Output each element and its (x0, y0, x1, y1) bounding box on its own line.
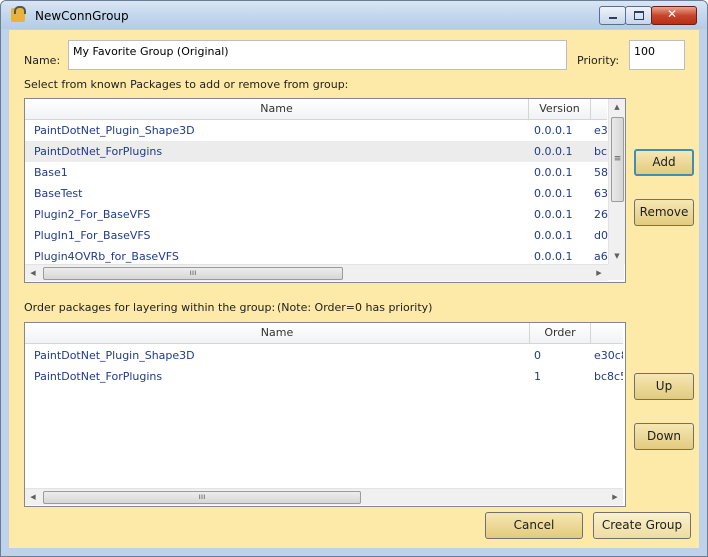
row-order: 1 (534, 370, 541, 383)
row-id: e30c8 (594, 349, 623, 362)
row-version: 0.0.0.1 (534, 229, 573, 242)
row-id: bc8c5 (594, 370, 623, 383)
grip-icon: ııı (189, 268, 197, 277)
row-name: PaintDotNet_Plugin_Shape3D (34, 124, 195, 137)
row-order: 0 (534, 349, 541, 362)
priority-input[interactable]: 100 (629, 40, 685, 70)
row-id: 26 (594, 208, 608, 221)
known-packages-list[interactable]: Name Version PaintDotNet_Plugin_Shape3D … (24, 98, 626, 283)
row-id: d0 (594, 229, 608, 242)
table-row[interactable]: Base1 0.0.0.1 58 (25, 162, 609, 183)
column-header-name[interactable]: Name (25, 99, 529, 119)
table-row[interactable]: PaintDotNet_Plugin_Shape3D 0 e30c8 (25, 345, 623, 366)
row-name: Plugin2_For_BaseVFS (34, 208, 151, 221)
column-header-order[interactable]: Order (530, 323, 591, 343)
vertical-scroll-thumb[interactable]: ≡ (611, 117, 624, 202)
row-name: PaintDotNet_Plugin_Shape3D (34, 349, 195, 362)
horizontal-scroll-thumb[interactable]: ııı (43, 491, 361, 504)
row-name: PlugIn1_For_BaseVFS (34, 229, 151, 242)
title-bar[interactable]: NewConnGroup (1, 1, 707, 29)
grip-icon: ııı (198, 492, 206, 501)
dialog-window: NewConnGroup Name: My Favorite Group (Or… (0, 0, 708, 557)
table-row[interactable]: PaintDotNet_Plugin_Shape3D 0.0.0.1 e3 (25, 120, 609, 141)
add-button[interactable]: Add (634, 149, 694, 176)
scroll-down-icon[interactable]: ▼ (609, 248, 625, 264)
remove-button[interactable]: Remove (634, 199, 694, 226)
window-title: NewConnGroup (35, 9, 129, 23)
minimize-button[interactable] (599, 6, 626, 25)
known-packages-caption: Select from known Packages to add or rem… (24, 78, 349, 91)
order-note: (Note: Order=0 has priority) (277, 301, 433, 314)
column-header-extra[interactable] (591, 323, 623, 343)
row-version: 0.0.0.1 (534, 208, 573, 221)
cancel-button[interactable]: Cancel (485, 512, 583, 539)
scroll-up-icon[interactable]: ▲ (609, 99, 625, 115)
row-version: 0.0.0.1 (534, 187, 573, 200)
scroll-right-icon[interactable]: ▶ (607, 489, 623, 505)
row-id: bc (594, 145, 608, 158)
horizontal-scroll-thumb[interactable]: ııı (43, 267, 343, 280)
table-row[interactable]: PlugIn1_For_BaseVFS 0.0.0.1 d0 (25, 225, 609, 246)
row-id: 58 (594, 166, 608, 179)
known-horizontal-scrollbar[interactable]: ◀ ııı ▶ (25, 264, 608, 281)
column-header-extra[interactable] (591, 99, 607, 119)
row-id: e3 (594, 124, 608, 137)
down-button[interactable]: Down (634, 423, 694, 450)
name-input[interactable]: My Favorite Group (Original) (68, 40, 567, 70)
create-group-button[interactable]: Create Group (593, 512, 691, 539)
scroll-left-icon[interactable]: ◀ (25, 489, 41, 505)
row-version: 0.0.0.1 (534, 166, 573, 179)
row-id: 63 (594, 187, 608, 200)
table-row[interactable]: Plugin2_For_BaseVFS 0.0.0.1 26 (25, 204, 609, 225)
grip-icon: ≡ (613, 154, 622, 164)
row-version: 0.0.0.1 (534, 124, 573, 137)
dialog-body: Name: My Favorite Group (Original) Prior… (9, 30, 699, 548)
app-icon[interactable] (11, 6, 26, 22)
close-button[interactable] (651, 6, 697, 25)
row-name: Base1 (34, 166, 68, 179)
table-row[interactable]: BaseTest 0.0.0.1 63 (25, 183, 609, 204)
scroll-left-icon[interactable]: ◀ (25, 265, 41, 281)
scroll-corner (608, 264, 624, 280)
order-packages-caption: Order packages for layering within the g… (24, 301, 276, 314)
order-horizontal-scrollbar[interactable]: ◀ ııı ▶ (25, 488, 623, 505)
maximize-button[interactable] (625, 6, 652, 25)
up-button[interactable]: Up (634, 373, 694, 400)
row-version: 0.0.0.1 (534, 145, 573, 158)
order-packages-list[interactable]: Name Order PaintDotNet_Plugin_Shape3D 0 … (24, 322, 626, 507)
table-row[interactable]: PaintDotNet_ForPlugins 1 bc8c5 (25, 366, 623, 387)
row-name: BaseTest (34, 187, 83, 200)
priority-label: Priority: (577, 54, 620, 67)
known-list-header: Name Version (25, 99, 607, 120)
table-row-selected[interactable]: PaintDotNet_ForPlugins 0.0.0.1 bc (25, 141, 609, 162)
known-vertical-scrollbar[interactable]: ▲ ≡ ▼ (608, 99, 625, 264)
order-list-header: Name Order (25, 323, 623, 344)
column-header-version[interactable]: Version (529, 99, 591, 119)
column-header-name[interactable]: Name (25, 323, 530, 343)
name-label: Name: (24, 54, 61, 67)
scroll-right-icon[interactable]: ▶ (591, 265, 607, 281)
row-name: PaintDotNet_ForPlugins (34, 145, 163, 158)
row-name: PaintDotNet_ForPlugins (34, 370, 163, 383)
